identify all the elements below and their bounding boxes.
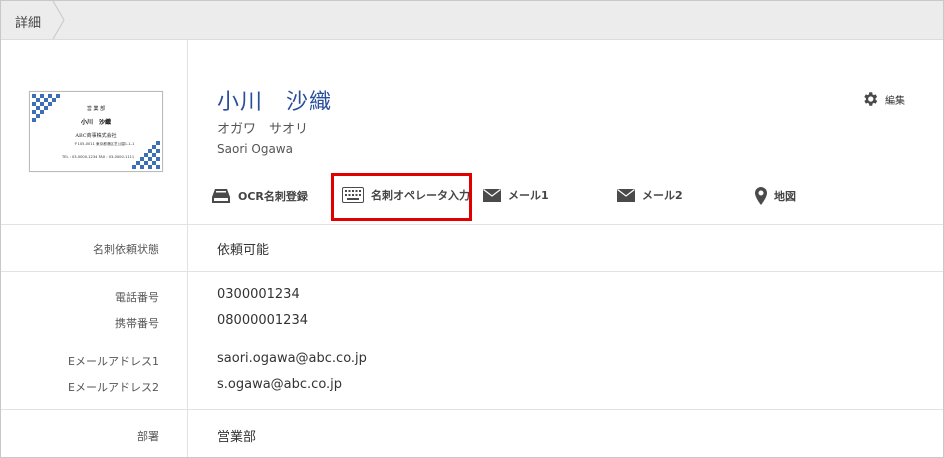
breadcrumb: 詳細 — [1, 1, 943, 40]
map-pin-icon — [755, 187, 767, 205]
column-divider — [187, 40, 188, 457]
card-company: ABC商事株式会社 — [75, 133, 117, 139]
status-label: 名刺依頼状態 — [93, 243, 159, 256]
breadcrumb-item-detail[interactable]: 詳細 — [15, 12, 41, 31]
gear-icon — [864, 92, 878, 106]
contact-name: 小川 沙織 — [217, 90, 333, 115]
business-card-image[interactable]: 営 業 部 小川 沙織 ABC商事株式会社 〒105-0011 東京都港区芝公園… — [29, 91, 163, 172]
row-divider — [1, 409, 943, 410]
card-dept: 営 業 部 — [86, 106, 106, 112]
dept-label: 部署 — [137, 430, 159, 443]
email1-value[interactable]: saori.ogawa@abc.co.jp — [217, 351, 367, 366]
email2-label: Eメールアドレス2 — [68, 381, 159, 394]
row-divider — [1, 271, 943, 272]
mail2-label: メール2 — [642, 189, 683, 202]
mail-icon — [483, 188, 501, 202]
card-address: 〒105-0011 東京都港区芝公園1-1-1 — [74, 142, 135, 146]
mail1-button[interactable]: メール1 — [483, 187, 549, 203]
scanner-icon — [212, 189, 230, 203]
contact-name-romaji: Saori Ogawa — [217, 142, 293, 156]
ocr-register-button[interactable]: OCR名刺登録 — [211, 187, 308, 205]
map-button[interactable]: 地図 — [755, 187, 796, 205]
ocr-register-label: OCR名刺登録 — [238, 190, 308, 203]
breadcrumb-separator-icon — [52, 1, 65, 39]
mobile-value[interactable]: 08000001234 — [217, 313, 308, 328]
mobile-label: 携帯番号 — [115, 317, 159, 330]
row-divider — [1, 224, 943, 225]
contact-name-kana: オガワ サオリ — [217, 122, 309, 137]
phone-value[interactable]: 0300001234 — [217, 287, 300, 302]
status-value: 依頼可能 — [217, 243, 270, 258]
dept-value: 営業部 — [217, 430, 257, 445]
card-phone-line: TEL : 03-0000-1234 FAX : 03-0000-1111 — [62, 155, 135, 159]
map-label: 地図 — [774, 190, 796, 203]
mail-icon — [617, 188, 635, 202]
detail-panel: 詳細 営 業 部 小川 沙織 ABC商事株式会社 〒105-0011 東京都港区… — [0, 0, 944, 458]
edit-button[interactable]: 編集 — [861, 90, 905, 108]
card-name: 小川 沙織 — [80, 119, 111, 126]
highlight-box — [331, 173, 472, 221]
email1-label: Eメールアドレス1 — [68, 355, 159, 368]
edit-label: 編集 — [885, 95, 905, 107]
mail1-label: メール1 — [508, 189, 549, 202]
phone-label: 電話番号 — [115, 291, 159, 304]
email2-value[interactable]: s.ogawa@abc.co.jp — [217, 377, 342, 392]
mail2-button[interactable]: メール2 — [617, 187, 683, 203]
